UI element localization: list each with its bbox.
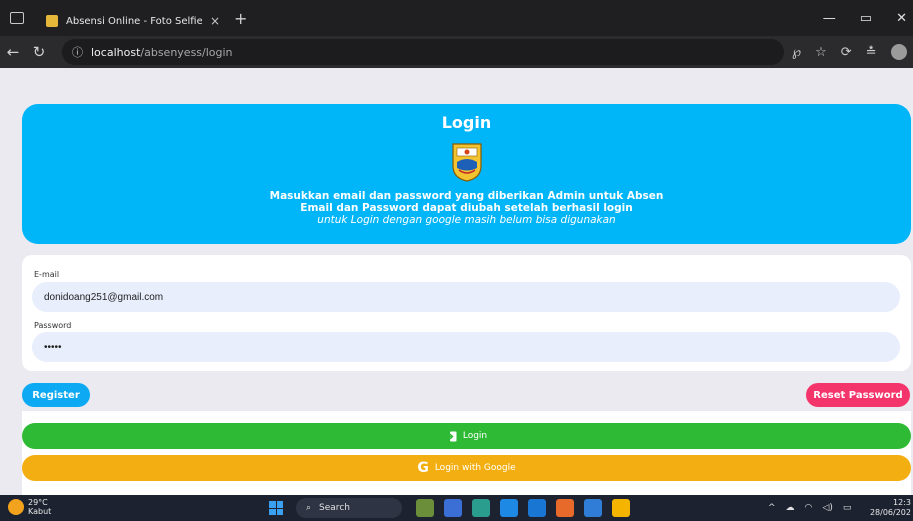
system-tray: ^ ☁ ◠ ◁) ▭ — [768, 495, 851, 521]
tab-actions-icon[interactable] — [10, 12, 24, 24]
volume-icon[interactable]: ◁) — [822, 503, 832, 513]
battery-icon[interactable]: ▭ — [843, 503, 852, 513]
browser-tab[interactable]: Absensi Online - Foto Selfie & Au × — [38, 6, 228, 36]
login-button-label: Login — [462, 431, 488, 441]
read-aloud-icon[interactable]: ℘ — [792, 45, 801, 60]
login-button[interactable]: Login — [22, 423, 911, 449]
banner-line-1: Masukkan email dan password yang diberik… — [269, 190, 664, 202]
url-input[interactable]: ⓘ localhost/absenyess/login — [62, 39, 784, 65]
window-controls: — ▭ ✕ — [823, 0, 913, 36]
wifi-icon[interactable]: ◠ — [805, 503, 813, 513]
reset-password-button[interactable]: Reset Password — [806, 383, 910, 407]
file-explorer-icon[interactable] — [612, 499, 630, 517]
chat-app-icon[interactable] — [500, 499, 518, 517]
banner-line-3: untuk Login dengan google masih belum bi… — [317, 214, 616, 226]
tab-title: Absensi Online - Foto Selfie & Au — [66, 15, 202, 27]
url-text: localhost/absenyess/login — [91, 45, 233, 59]
game-app-icon[interactable] — [416, 499, 434, 517]
toolbar-icons: ℘ ☆ ⟳ ≛ ··· — [792, 36, 913, 68]
vscode-icon[interactable] — [528, 499, 546, 517]
address-bar: ← ↻ ⓘ localhost/absenyess/login ℘ ☆ ⟳ ≛ … — [0, 36, 913, 68]
password-field[interactable]: ••••• — [32, 332, 900, 362]
search-label: Search — [319, 503, 350, 513]
site-info-icon[interactable]: ⓘ — [72, 44, 83, 60]
site-favicon-icon — [46, 15, 58, 27]
login-google-button[interactable]: G Login with Google — [22, 455, 911, 481]
page-title: Login — [441, 113, 492, 132]
profile-avatar[interactable] — [890, 44, 907, 60]
taskbar: 29°C Kabut ⌕ Search ^ ☁ ◠ ◁) ▭ 12:3 28/0… — [0, 495, 913, 521]
tray-expand-icon[interactable]: ^ — [768, 503, 776, 513]
register-button[interactable]: Register — [22, 383, 90, 407]
province-logo-icon — [451, 143, 482, 182]
weather-widget[interactable]: 29°C Kabut — [8, 498, 51, 516]
password-label: Password — [34, 321, 72, 330]
weather-sun-icon — [8, 499, 24, 515]
xampp-icon[interactable] — [556, 499, 574, 517]
minimize-button[interactable]: — — [823, 11, 836, 26]
refresh-icon[interactable]: ↻ — [26, 43, 52, 61]
collections-icon[interactable]: ≛ — [866, 45, 877, 60]
browser-tab-bar: Absensi Online - Foto Selfie & Au × + — … — [0, 0, 913, 36]
email-field[interactable]: donidoang251@gmail.com — [32, 282, 900, 312]
login-form: E-mail donidoang251@gmail.com Password •… — [22, 255, 911, 371]
weather-text: 29°C Kabut — [28, 498, 52, 516]
email-label: E-mail — [34, 270, 60, 279]
task-view-icon[interactable] — [444, 499, 462, 517]
extensions-icon[interactable]: ⟳ — [841, 45, 852, 60]
windows-start-icon[interactable] — [269, 501, 283, 515]
back-icon[interactable]: ← — [0, 43, 26, 61]
taskbar-clock[interactable]: 12:3 28/06/202 — [870, 498, 911, 518]
new-tab-button[interactable]: + — [234, 9, 247, 28]
chrome-icon[interactable] — [584, 499, 602, 517]
taskbar-search[interactable]: ⌕ Search — [296, 498, 402, 518]
restore-button[interactable]: ▭ — [860, 11, 872, 26]
banner-line-2: Email dan Password dapat diubah setelah … — [300, 202, 633, 214]
sign-in-icon — [445, 431, 457, 441]
cloud-icon[interactable]: ☁ — [786, 503, 795, 513]
page-content: Login Masukkan email dan password yang d… — [8, 68, 913, 495]
login-google-label: Login with Google — [434, 463, 516, 473]
close-window-button[interactable]: ✕ — [896, 11, 907, 26]
login-banner: Login Masukkan email dan password yang d… — [22, 104, 911, 244]
tab-close-icon[interactable]: × — [210, 14, 220, 28]
pinned-apps — [416, 499, 630, 517]
edge-icon[interactable] — [472, 499, 490, 517]
search-icon: ⌕ — [306, 503, 312, 513]
favorite-star-icon[interactable]: ☆ — [815, 45, 827, 60]
google-icon: G — [417, 460, 429, 476]
